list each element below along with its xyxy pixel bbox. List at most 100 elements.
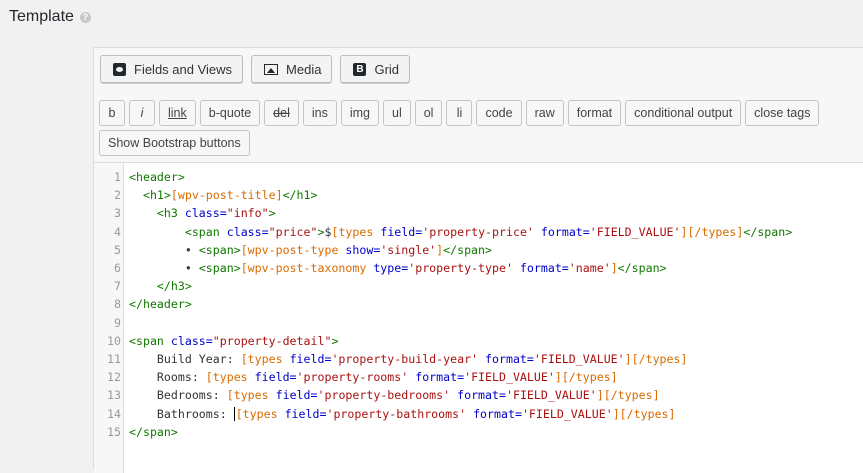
quicktag-code-button[interactable]: code (476, 100, 522, 126)
code-text: <header> (129, 168, 185, 186)
code-token: field= (284, 406, 327, 421)
quicktag-ol-button[interactable]: ol (414, 100, 443, 126)
code-text: Bathrooms: [types field='property-bathro… (129, 405, 676, 423)
code-token: 'FIELD_VALUE' (464, 370, 555, 385)
page-title: Template ? (9, 8, 91, 26)
code-token: <h3 (156, 206, 185, 221)
line-number: 15 (107, 424, 121, 439)
code-token: 'property-type' (408, 261, 513, 275)
code-token: • (129, 261, 199, 275)
code-text: Bedrooms: [types field='property-bedroom… (129, 386, 660, 404)
code-token: </span> (617, 261, 667, 275)
line-number: 3 (114, 206, 121, 221)
code-token: ][/types] (680, 224, 744, 239)
code-token: class= (226, 224, 269, 239)
line-number: 5 (114, 242, 121, 257)
quicktag-raw-button[interactable]: raw (525, 100, 564, 126)
code-token: </span> (129, 424, 178, 439)
code-token: [wpv-post-title] (170, 188, 283, 203)
code-token: field= (275, 388, 318, 403)
code-token: 'property-bathrooms' (326, 406, 467, 421)
text-cursor (233, 407, 235, 422)
code-text: <span class="price">$[types field='prope… (129, 223, 792, 241)
code-token: 'property-rooms' (296, 370, 409, 385)
code-token: 'property-bedrooms' (317, 388, 451, 403)
quicktag-i-button[interactable]: i (129, 100, 155, 126)
code-token: field= (254, 370, 297, 385)
code-token: 'FIELD_VALUE' (589, 224, 681, 239)
code-token: Bathrooms: (129, 406, 234, 421)
help-icon[interactable]: ? (79, 11, 91, 23)
code-token: format= (540, 224, 590, 239)
code-token: 'name' (568, 261, 611, 275)
code-token: 'FIELD_VALUE' (533, 352, 625, 366)
code-token: 'property-build-year' (331, 352, 479, 366)
code-token: <span (184, 224, 227, 239)
code-token: class= (170, 333, 213, 348)
code-token: > (331, 333, 339, 348)
quicktag-link-button[interactable]: link (159, 100, 196, 126)
code-token: format= (415, 370, 465, 385)
quicktag-conditional-output-button[interactable]: conditional output (625, 100, 742, 126)
quicktag-ul-button[interactable]: ul (383, 100, 411, 126)
template-editor: Fields and Views Media B Grid b i link b-qu… (93, 47, 863, 473)
quicktag-b-quote-button[interactable]: b-quote (199, 100, 261, 126)
code-text: <h1>[wpv-post-title]</h1> (129, 186, 318, 204)
line-number: 2 (114, 188, 121, 203)
media-button[interactable]: Media (251, 55, 333, 83)
code-token: > (268, 206, 276, 221)
code-token: ][/types] (624, 352, 688, 366)
code-token: </span> (443, 242, 493, 257)
quicktag-format-button[interactable]: format (567, 100, 622, 126)
code-token: field= (289, 352, 332, 366)
quicktag-img-button[interactable]: img (340, 100, 379, 126)
code-token: format= (485, 352, 534, 366)
quicktag-del-button[interactable]: del (264, 100, 299, 126)
code-token: ][/types] (554, 370, 618, 385)
code-token: Build Year: (129, 352, 241, 366)
editor-toolbar: Fields and Views Media B Grid (100, 55, 411, 83)
code-text: Build Year: [types field='property-build… (129, 350, 688, 368)
code-editor[interactable]: 1 <header> 2 <h1>[wpv-post-title]</h1> 3 <h… (94, 162, 863, 473)
line-number: 7 (114, 279, 121, 294)
code-token: format= (473, 406, 522, 421)
line-number: 8 (114, 297, 121, 312)
code-token: [types (235, 406, 285, 421)
code-token: [types (331, 224, 381, 239)
code-token: 'single' (380, 242, 437, 257)
code-text: <span class="property-detail"> (129, 332, 338, 350)
code-token: field= (380, 224, 423, 239)
grid-label: Grid (374, 61, 400, 77)
quicktag-show-bootstrap-buttons-button[interactable]: Show Bootstrap buttons (99, 130, 250, 156)
code-token: [types (240, 352, 290, 366)
code-text: • <span>[wpv-post-type show='single']</s… (129, 241, 492, 259)
code-token: class= (184, 206, 227, 221)
quicktag-close-tags-button[interactable]: close tags (745, 100, 820, 126)
code-text: </h3> (129, 277, 192, 295)
quicktag-b-button[interactable]: b (99, 100, 125, 126)
fields-and-views-label: Fields and Views (134, 61, 233, 77)
grid-button[interactable]: B Grid (340, 55, 411, 83)
line-number: 12 (107, 370, 121, 385)
fields-and-views-button[interactable]: Fields and Views (100, 55, 244, 83)
code-token: ][/types] (596, 388, 660, 403)
code-token: "property-detail" (212, 333, 332, 348)
code-token: [wpv-post-taxonomy (240, 261, 374, 275)
quicktag-li-button[interactable]: li (446, 100, 473, 126)
code-token: 'FIELD_VALUE' (505, 388, 597, 403)
code-token: [types (226, 388, 276, 403)
quicktag-ins-button[interactable]: ins (302, 100, 337, 126)
quicktags-toolbar: b i link b-quote del ins img ul ol li code raw forma… (99, 100, 839, 160)
code-text: • <span>[wpv-post-taxonomy type='propert… (129, 259, 667, 277)
code-token: </span> (743, 224, 793, 239)
media-label: Media (286, 61, 322, 77)
code-token: <h1> (142, 188, 171, 203)
code-token: "info" (226, 206, 269, 221)
code-token: format= (519, 261, 569, 275)
